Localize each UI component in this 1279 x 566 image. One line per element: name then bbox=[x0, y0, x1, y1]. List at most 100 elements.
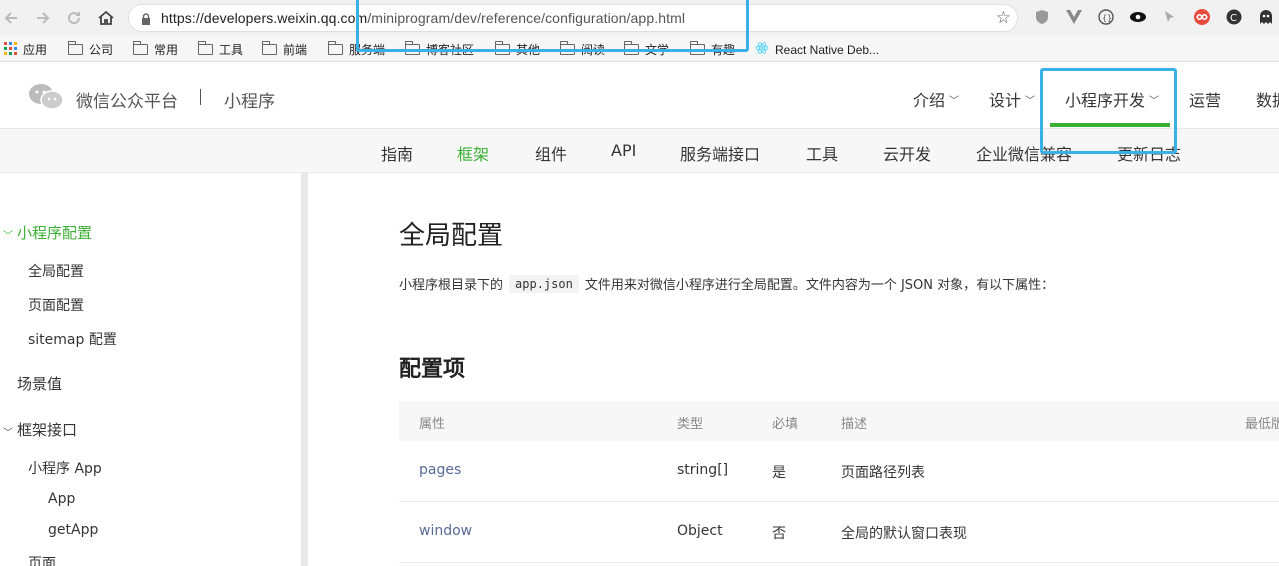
bookmark-folder[interactable]: 常用 bbox=[133, 41, 178, 58]
bookmark-label: 服务端 bbox=[349, 43, 386, 57]
bookmarks-bar: 应用 公司 常用 工具 前端 服务端 博客社区 其他 阅读 文学 有趣 Reac… bbox=[0, 36, 1279, 62]
bookmark-folder[interactable]: 前端 bbox=[262, 41, 307, 58]
subnav-api[interactable]: API bbox=[611, 141, 636, 160]
topnav-design[interactable]: 设计 ﹀ bbox=[989, 87, 1035, 111]
intro-text-before: 小程序根目录下的 bbox=[399, 278, 504, 293]
bookmark-folder[interactable]: 工具 bbox=[198, 41, 243, 58]
forward-icon[interactable] bbox=[30, 6, 54, 30]
svg-text:{}: {} bbox=[1102, 14, 1112, 23]
star-icon[interactable]: ☆ bbox=[996, 8, 1011, 28]
desc-cell: 页面路径列表 bbox=[841, 465, 925, 481]
sidebar-item-config[interactable]: 小程序配置 bbox=[17, 222, 92, 243]
desc-cell: 全局的默认窗口表现 bbox=[841, 526, 967, 542]
subnav-cloud[interactable]: 云开发 bbox=[883, 141, 931, 165]
subnav-components[interactable]: 组件 bbox=[535, 141, 567, 165]
back-icon[interactable] bbox=[0, 6, 24, 30]
subnav-framework[interactable]: 框架 bbox=[457, 141, 489, 165]
shield-icon[interactable] bbox=[1030, 6, 1054, 28]
chevron-down-icon: ﹀ bbox=[949, 95, 960, 107]
brand-divider bbox=[200, 89, 201, 105]
attr-link[interactable]: pages bbox=[419, 462, 461, 478]
sidebar-item-getapp[interactable]: getApp bbox=[48, 522, 98, 538]
topnav-label: 运营 bbox=[1189, 91, 1222, 110]
bookmark-apps[interactable]: 应用 bbox=[4, 41, 47, 58]
subnav-server-api[interactable]: 服务端接口 bbox=[680, 141, 760, 165]
table-header-cell: 必填 bbox=[772, 417, 799, 432]
svg-text:C: C bbox=[1230, 13, 1237, 24]
subnav-guide[interactable]: 指南 bbox=[381, 141, 413, 165]
home-icon[interactable] bbox=[94, 6, 118, 30]
address-bar[interactable]: https://developers.weixin.qq.com/minipro… bbox=[128, 4, 1018, 32]
section-title: 配置项 bbox=[399, 357, 466, 382]
vue-devtools-icon[interactable] bbox=[1062, 6, 1086, 28]
topnav-intro[interactable]: 介绍 ﹀ bbox=[913, 87, 959, 111]
sidebar-item-app-section[interactable]: 小程序 App bbox=[28, 458, 102, 478]
url-path: /miniprogram/dev/reference/configuration… bbox=[367, 10, 686, 26]
intro-paragraph: 小程序根目录下的 app.json 文件用来对微信小程序进行全局配置。文件内容为… bbox=[399, 274, 1054, 293]
sidebar-item-sitemap-config[interactable]: sitemap 配置 bbox=[28, 329, 117, 349]
bookmark-label: 其他 bbox=[516, 43, 541, 57]
url-text[interactable]: https://developers.weixin.qq.com/minipro… bbox=[161, 10, 685, 26]
active-tab-underline bbox=[1050, 123, 1170, 127]
eye-icon[interactable] bbox=[1126, 6, 1150, 28]
topnav-label: 小程序开发 bbox=[1065, 91, 1146, 110]
sidebar-item-page[interactable]: 页面 bbox=[28, 553, 56, 566]
page-title: 全局配置 bbox=[399, 221, 504, 251]
browser-toolbar: https://developers.weixin.qq.com/minipro… bbox=[0, 0, 1279, 36]
bookmark-label: 文学 bbox=[645, 43, 670, 57]
table-header-cell: 属性 bbox=[419, 417, 446, 432]
url-host: https://developers.weixin.qq.com bbox=[161, 10, 368, 26]
brand-title[interactable]: 微信公众平台 bbox=[76, 87, 178, 112]
table-header-cell: 描述 bbox=[841, 417, 868, 432]
reload-icon[interactable] bbox=[62, 6, 86, 30]
topnav-label: 介绍 bbox=[913, 91, 946, 110]
attr-link[interactable]: window bbox=[419, 523, 472, 539]
bookmark-react-native[interactable]: React Native Deb... bbox=[755, 41, 879, 58]
inline-code: app.json bbox=[509, 274, 579, 293]
folder-icon bbox=[690, 41, 705, 55]
subnav-tools[interactable]: 工具 bbox=[806, 141, 838, 165]
chevron-down-icon[interactable]: ﹀ bbox=[3, 227, 13, 242]
folder-icon bbox=[560, 41, 575, 55]
brand-subtitle[interactable]: 小程序 bbox=[224, 87, 275, 112]
bookmark-folder[interactable]: 服务端 bbox=[328, 41, 385, 58]
bookmark-label: 公司 bbox=[89, 43, 114, 57]
bookmark-folder[interactable]: 文学 bbox=[624, 41, 669, 58]
bookmark-folder[interactable]: 阅读 bbox=[560, 41, 605, 58]
sidebar-item-app[interactable]: App bbox=[48, 491, 75, 507]
infinity-icon[interactable] bbox=[1190, 6, 1214, 28]
folder-icon bbox=[68, 41, 83, 55]
table-row: pages string[] 是 页面路径列表 bbox=[399, 441, 1279, 502]
chevron-down-icon: ﹀ bbox=[1149, 95, 1160, 107]
sidebar-item-global-config[interactable]: 全局配置 bbox=[28, 261, 84, 281]
topnav-miniprogram-dev[interactable]: 小程序开发 ﹀ bbox=[1065, 87, 1159, 111]
bookmark-folder[interactable]: 公司 bbox=[68, 41, 113, 58]
bookmark-label: 工具 bbox=[219, 43, 244, 57]
apps-grid-icon bbox=[4, 41, 17, 58]
ghost-icon[interactable] bbox=[1254, 6, 1278, 28]
json-viewer-icon[interactable]: {} bbox=[1094, 6, 1118, 28]
chevron-down-icon[interactable]: ﹀ bbox=[3, 424, 13, 439]
bookmark-folder[interactable]: 博客社区 bbox=[405, 41, 474, 58]
site-header: 微信公众平台 小程序 介绍﹀ 设计﹀ 小程序开发﹀ 运营 数据 bbox=[0, 63, 1279, 129]
subnav-wecom[interactable]: 企业微信兼容 bbox=[976, 141, 1072, 165]
subnav-changelog[interactable]: 更新日志 bbox=[1117, 141, 1181, 165]
bookmark-label: 常用 bbox=[154, 43, 179, 57]
bookmark-folder[interactable]: 其他 bbox=[495, 41, 540, 58]
type-cell: string[] bbox=[677, 462, 729, 478]
topnav-data[interactable]: 数据 bbox=[1256, 87, 1279, 111]
bookmark-folder[interactable]: 有趣 bbox=[690, 41, 735, 58]
table-header: 属性 类型 必填 描述 最低版本 bbox=[399, 401, 1279, 441]
cursor-icon[interactable] bbox=[1158, 6, 1182, 28]
react-icon bbox=[755, 41, 769, 58]
bookmark-label: 阅读 bbox=[581, 43, 606, 57]
sub-navigation: 指南 框架 组件 API 服务端接口 工具 云开发 企业微信兼容 更新日志 bbox=[0, 129, 1279, 173]
chevron-down-icon: ﹀ bbox=[1025, 95, 1036, 107]
sidebar-item-scenes[interactable]: 场景值 bbox=[17, 373, 62, 394]
sidebar-scrollbar[interactable] bbox=[301, 173, 308, 566]
sidebar-item-page-config[interactable]: 页面配置 bbox=[28, 295, 84, 315]
intro-text-after: 文件用来对微信小程序进行全局配置。文件内容为一个 JSON 对象，有以下属性： bbox=[584, 278, 1055, 293]
sidebar-item-framework-api[interactable]: 框架接口 bbox=[17, 419, 77, 440]
extension-c-icon[interactable]: C bbox=[1222, 6, 1246, 28]
topnav-operations[interactable]: 运营 bbox=[1189, 87, 1221, 111]
